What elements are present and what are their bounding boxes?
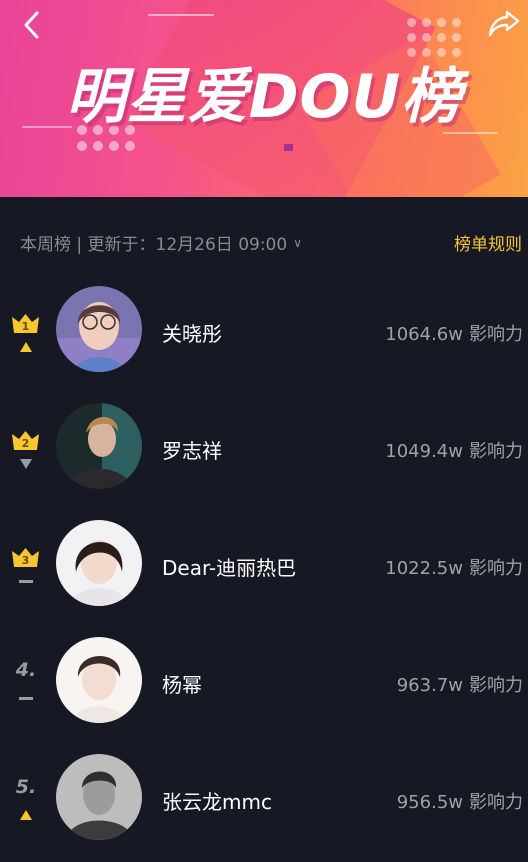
score-value: 963.7w — [396, 675, 463, 696]
list-item[interactable]: 3 Dear-迪丽热巴 1022.5w 影响力 — [0, 504, 528, 621]
ranking-rules-link[interactable]: 榜单规则 — [454, 230, 522, 255]
share-arrow-icon — [488, 10, 520, 37]
score-unit: 影响力 — [469, 792, 523, 813]
avatar[interactable] — [56, 637, 142, 723]
rank-indicator: 5. — [8, 776, 44, 826]
rank-number: 1 — [22, 320, 30, 333]
influence-score: 956.5w 影响力 — [397, 788, 523, 814]
trend-up-icon — [20, 810, 32, 820]
list-item[interactable]: 4. 杨幂 963.7w 影响力 — [0, 621, 528, 738]
avatar[interactable] — [56, 403, 142, 489]
star-name: 罗志祥 — [162, 439, 222, 463]
score-value: 1049.4w — [385, 441, 463, 462]
trend-down-icon — [20, 459, 32, 469]
avatar-photo — [56, 520, 142, 606]
ranking-list: 1 关晓彤 1064.6w 影响力 2 罗志祥 1049.4w 影响力 3 De… — [0, 270, 528, 855]
influence-score: 1064.6w 影响力 — [385, 320, 523, 346]
back-button[interactable] — [20, 10, 46, 40]
crown-icon: 2 — [12, 431, 39, 450]
header-banner: 明星爱DOU榜 — [0, 0, 528, 197]
banner-decor-line — [148, 14, 214, 16]
score-unit: 影响力 — [469, 675, 523, 696]
score-value: 956.5w — [396, 792, 463, 813]
update-time-label: 本周榜 | 更新于：12月26日 09:00 — [20, 235, 288, 255]
trend-same-icon — [19, 580, 33, 583]
rank-indicator: 1 — [8, 308, 44, 358]
avatar-photo — [56, 637, 142, 723]
period-selector[interactable]: 本周榜 | 更新于：12月26日 09:00 ∨ — [20, 230, 302, 255]
avatar-photo — [56, 403, 142, 489]
rank-indicator: 4. — [8, 659, 44, 709]
score-unit: 影响力 — [469, 558, 523, 579]
avatar[interactable] — [56, 286, 142, 372]
score-value: 1022.5w — [385, 558, 463, 579]
avatar[interactable] — [56, 520, 142, 606]
influence-score: 1049.4w 影响力 — [385, 437, 523, 463]
chevron-left-icon — [24, 11, 39, 39]
star-name: 关晓彤 — [162, 322, 222, 346]
avatar-photo — [56, 286, 142, 372]
star-name: 张云龙mmc — [162, 790, 272, 814]
trend-up-icon — [20, 342, 32, 352]
share-button[interactable] — [487, 8, 521, 38]
avatar[interactable] — [56, 754, 142, 840]
rank-number: 4. — [15, 659, 37, 681]
crown-icon: 3 — [12, 548, 39, 567]
list-item[interactable]: 2 罗志祥 1049.4w 影响力 — [0, 387, 528, 504]
score-unit: 影响力 — [469, 324, 523, 345]
list-item[interactable]: 5. 张云龙mmc 956.5w 影响力 — [0, 738, 528, 855]
banner-decor-square — [284, 144, 293, 151]
list-item[interactable]: 1 关晓彤 1064.6w 影响力 — [0, 270, 528, 387]
score-unit: 影响力 — [469, 441, 523, 462]
influence-score: 963.7w 影响力 — [397, 671, 523, 697]
rank-indicator: 2 — [8, 425, 44, 475]
rank-number: 2 — [22, 437, 30, 450]
page-title: 明星爱DOU榜 — [65, 62, 463, 132]
trend-same-icon — [19, 697, 33, 700]
rank-number: 5. — [15, 776, 37, 798]
star-name: Dear-迪丽热巴 — [162, 556, 297, 580]
star-name: 杨幂 — [162, 673, 202, 697]
avatar-photo — [56, 754, 142, 840]
crown-icon: 1 — [12, 314, 39, 333]
chevron-down-icon: ∨ — [293, 236, 302, 250]
score-value: 1064.6w — [385, 324, 463, 345]
rank-indicator: 3 — [8, 542, 44, 592]
ranking-subheader: 本周榜 | 更新于：12月26日 09:00 ∨ 榜单规则 — [0, 224, 528, 264]
rank-number: 3 — [22, 554, 30, 567]
influence-score: 1022.5w 影响力 — [385, 554, 523, 580]
